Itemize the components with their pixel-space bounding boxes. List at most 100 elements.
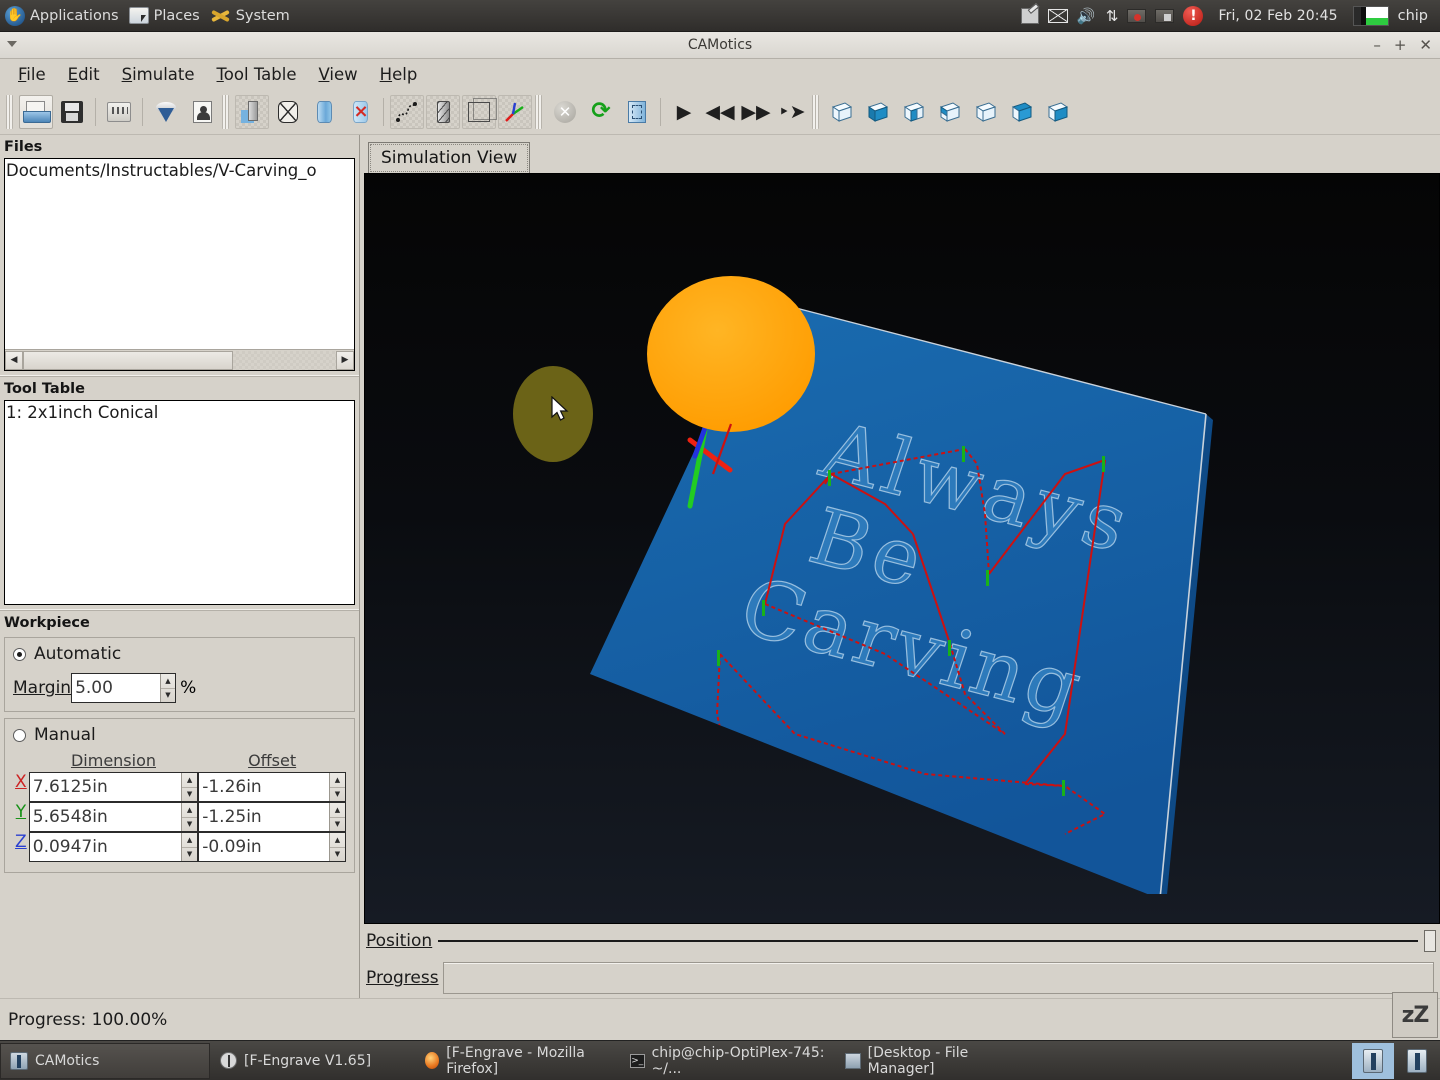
manual-radio-row[interactable]: Manual — [13, 725, 346, 745]
automatic-radio-row[interactable]: Automatic — [13, 644, 346, 664]
stepper-down-icon[interactable]: ▼ — [182, 848, 197, 862]
z-offset-stepper[interactable]: ▲▼ — [329, 833, 345, 861]
taskbar-item-camotics[interactable]: CAMotics — [0, 1043, 210, 1079]
remove-workpiece-button[interactable] — [343, 95, 377, 129]
rewind-button[interactable]: ◀◀ — [703, 95, 737, 129]
show-axes-button[interactable] — [498, 95, 532, 129]
view-right-button[interactable] — [969, 95, 1003, 129]
y-offset-stepper[interactable]: ▲▼ — [329, 803, 345, 831]
stepper-down-icon[interactable]: ▼ — [330, 788, 345, 802]
menu-edit[interactable]: Edit — [58, 62, 110, 87]
clock[interactable]: Fri, 02 Feb 20:45 — [1212, 8, 1343, 24]
sleep-indicator[interactable]: zZ — [1392, 992, 1438, 1038]
save-button[interactable] — [55, 95, 89, 129]
view-isometric-button[interactable] — [825, 95, 859, 129]
window-switcher-selected[interactable] — [1352, 1043, 1394, 1079]
menu-tool-table[interactable]: Tool Table — [207, 62, 307, 87]
scroll-right-arrow-icon[interactable]: ▶ — [336, 351, 354, 370]
view-top-button[interactable] — [1005, 95, 1039, 129]
toolbar-grip[interactable] — [222, 95, 229, 129]
view-bottom-button[interactable] — [1041, 95, 1075, 129]
toolbar-grip[interactable] — [6, 95, 13, 129]
close-button[interactable]: ✕ — [1419, 38, 1432, 53]
list-item[interactable]: Documents/Instructables/V-Carving_o — [5, 159, 354, 182]
taskbar-item-f-engrave[interactable]: [F-Engrave V1.65] — [210, 1043, 415, 1079]
scrollbar-thumb[interactable] — [23, 351, 233, 370]
x-dimension-input[interactable] — [30, 773, 181, 801]
minimize-button[interactable]: – — [1373, 38, 1381, 53]
skip-to-end-button[interactable]: ‣➤ — [775, 95, 809, 129]
menu-file[interactable]: File — [8, 62, 56, 87]
x-dimension-spinner[interactable]: ▲▼ — [29, 772, 198, 802]
places-menu[interactable]: Places — [124, 0, 205, 32]
stepper-down-icon[interactable]: ▼ — [330, 818, 345, 832]
conical-tool-button[interactable] — [149, 95, 183, 129]
z-dimension-input[interactable] — [30, 833, 181, 861]
z-dimension-spinner[interactable]: ▲▼ — [29, 832, 198, 862]
3d-viewport[interactable]: Always Be Carving — [364, 173, 1440, 924]
stepper-down-icon[interactable]: ▼ — [182, 818, 197, 832]
user-menu[interactable]: chip — [1398, 8, 1432, 24]
menu-help[interactable]: Help — [370, 62, 428, 87]
scroll-left-arrow-icon[interactable]: ◀ — [5, 351, 23, 370]
window-record-icon[interactable] — [1127, 9, 1146, 23]
z-offset-input[interactable] — [199, 833, 329, 861]
export-button[interactable] — [102, 95, 136, 129]
stepper-up-icon[interactable]: ▲ — [330, 833, 345, 848]
open-file-button[interactable] — [19, 95, 53, 129]
window-menu-arrow-icon[interactable] — [7, 41, 17, 47]
workpiece-button[interactable] — [307, 95, 341, 129]
window-switcher-next[interactable] — [1396, 1043, 1438, 1079]
stepper-up-icon[interactable]: ▲ — [330, 803, 345, 818]
system-menu[interactable]: System — [205, 0, 295, 32]
show-bounds-button[interactable] — [462, 95, 496, 129]
tool-profile-button[interactable] — [185, 95, 219, 129]
stepper-down-icon[interactable]: ▼ — [161, 689, 175, 703]
margin-stepper[interactable]: ▲▼ — [160, 674, 175, 702]
mail-icon[interactable] — [1048, 9, 1068, 23]
window-icon[interactable] — [1155, 9, 1174, 23]
view-front-button[interactable] — [861, 95, 895, 129]
scrollbar-trough[interactable] — [233, 351, 336, 370]
files-horizontal-scrollbar[interactable]: ◀ ▶ — [5, 349, 354, 370]
notes-icon[interactable] — [1021, 8, 1039, 24]
taskbar-item-terminal[interactable]: >_ chip@chip-OptiPlex-745: ~/... — [620, 1043, 835, 1079]
position-slider-handle[interactable] — [1424, 930, 1436, 952]
system-monitor-icon[interactable] — [1353, 6, 1389, 26]
x-offset-spinner[interactable]: ▲▼ — [198, 772, 346, 802]
z-dimension-stepper[interactable]: ▲▼ — [181, 833, 197, 861]
x-offset-stepper[interactable]: ▲▼ — [329, 773, 345, 801]
toolbar-grip[interactable] — [812, 95, 819, 129]
toolbar-grip[interactable] — [535, 95, 542, 129]
automatic-radio[interactable] — [13, 648, 26, 661]
maximize-button[interactable]: + — [1394, 38, 1407, 53]
position-slider-track[interactable] — [438, 940, 1418, 942]
stepper-up-icon[interactable]: ▲ — [161, 674, 175, 689]
play-button[interactable]: ▶ — [667, 95, 701, 129]
applications-menu[interactable]: ✋ Applications — [0, 0, 124, 32]
manual-radio[interactable] — [13, 729, 26, 742]
files-list[interactable]: Documents/Instructables/V-Carving_o ◀ ▶ — [4, 158, 355, 371]
tool-table-list[interactable]: 1: 2x1inch Conical — [4, 400, 355, 605]
alert-icon[interactable]: ! — [1183, 6, 1203, 26]
list-item[interactable]: 1: 2x1inch Conical — [5, 401, 354, 424]
z-offset-spinner[interactable]: ▲▼ — [198, 832, 346, 862]
stepper-up-icon[interactable]: ▲ — [330, 773, 345, 788]
stepper-up-icon[interactable]: ▲ — [182, 833, 197, 848]
stop-button[interactable]: ✕ — [548, 95, 582, 129]
view-left-button[interactable] — [933, 95, 967, 129]
tool-mesh-button[interactable] — [271, 95, 305, 129]
stepper-down-icon[interactable]: ▼ — [182, 788, 197, 802]
margin-spinner[interactable]: ▲▼ — [71, 673, 176, 703]
y-offset-input[interactable] — [199, 803, 329, 831]
y-dimension-input[interactable] — [30, 803, 181, 831]
show-tool-button[interactable] — [426, 95, 460, 129]
x-dimension-stepper[interactable]: ▲▼ — [181, 773, 197, 801]
stepper-up-icon[interactable]: ▲ — [182, 803, 197, 818]
show-toolpath-button[interactable] — [390, 95, 424, 129]
margin-input[interactable] — [72, 674, 160, 702]
reload-button[interactable]: ⟳ — [584, 95, 618, 129]
view-back-button[interactable] — [897, 95, 931, 129]
optimize-button[interactable] — [620, 95, 654, 129]
y-dimension-spinner[interactable]: ▲▼ — [29, 802, 198, 832]
